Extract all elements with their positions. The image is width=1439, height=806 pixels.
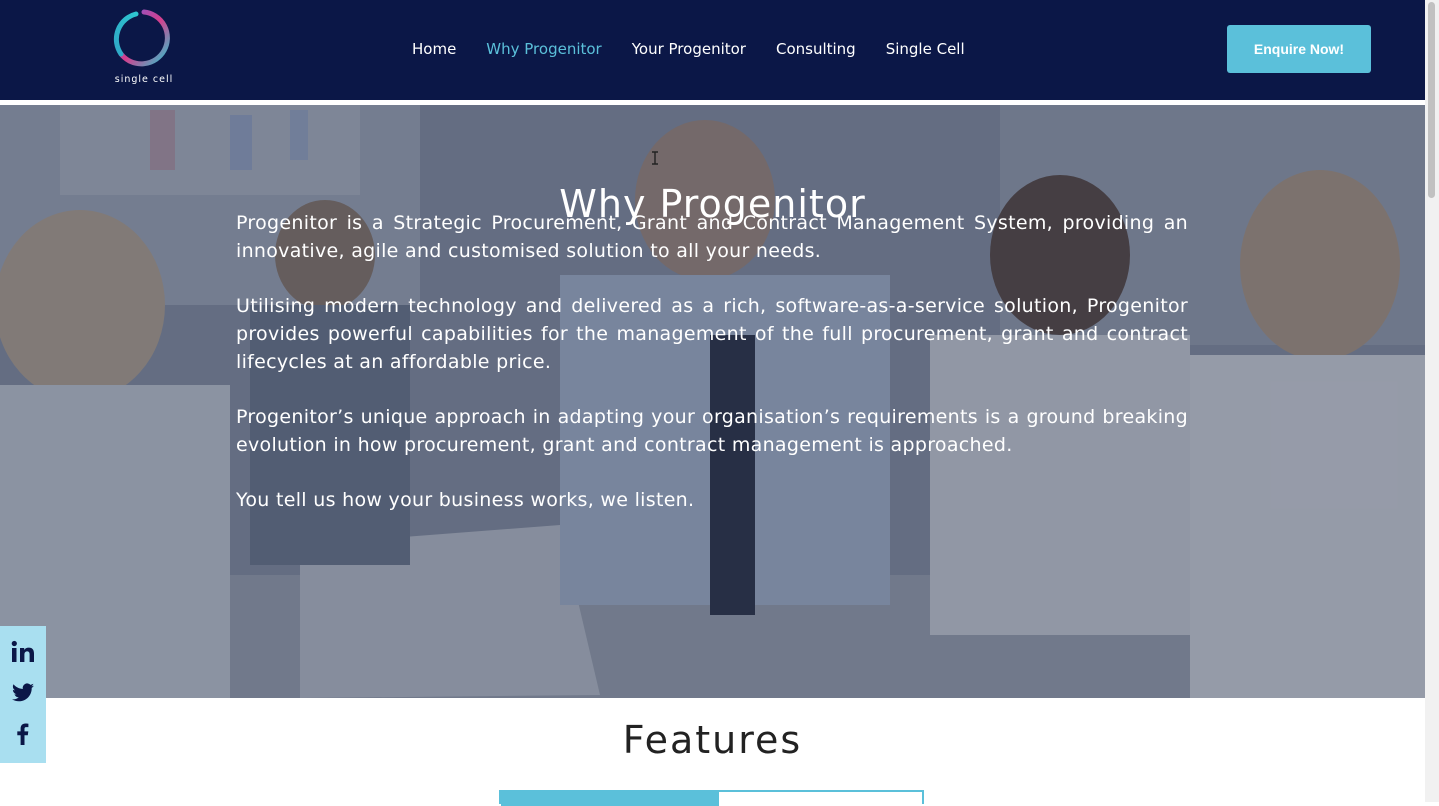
linkedin-icon[interactable] <box>11 640 35 664</box>
hero-paragraph: Utilising modern technology and delivere… <box>236 295 1188 373</box>
hero-description: Progenitor is a Strategic Procurement, G… <box>236 209 1188 541</box>
scrollbar-thumb[interactable] <box>1428 2 1435 198</box>
logo-ring-icon <box>113 9 170 67</box>
site-header: single cell Home Why Progenitor Your Pro… <box>0 0 1425 100</box>
enquire-now-button[interactable]: Enquire Now! <box>1227 25 1371 73</box>
hero-paragraph: Progenitor is a Strategic Procurement, G… <box>236 212 1188 262</box>
nav-single-cell[interactable]: Single Cell <box>886 40 965 62</box>
nav-consulting[interactable]: Consulting <box>776 40 856 62</box>
features-tab-active[interactable] <box>501 792 719 806</box>
text-cursor-icon <box>652 151 658 165</box>
hero-paragraph: You tell us how your business works, we … <box>236 489 695 511</box>
twitter-icon[interactable] <box>11 681 35 705</box>
logo-text: single cell <box>114 74 174 85</box>
page-scrollbar[interactable] <box>1425 0 1439 802</box>
features-heading: Features <box>622 718 803 762</box>
single-cell-logo[interactable]: single cell <box>110 6 178 88</box>
nav-why-progenitor[interactable]: Why Progenitor <box>486 40 601 62</box>
nav-home[interactable]: Home <box>412 40 456 62</box>
hero-paragraph: Progenitor’s unique approach in adapting… <box>236 406 1188 456</box>
main-nav: Home Why Progenitor Your Progenitor Cons… <box>412 40 995 62</box>
nav-your-progenitor[interactable]: Your Progenitor <box>632 40 746 62</box>
hero-section: Why Progenitor Progenitor is a Strategic… <box>0 105 1425 698</box>
